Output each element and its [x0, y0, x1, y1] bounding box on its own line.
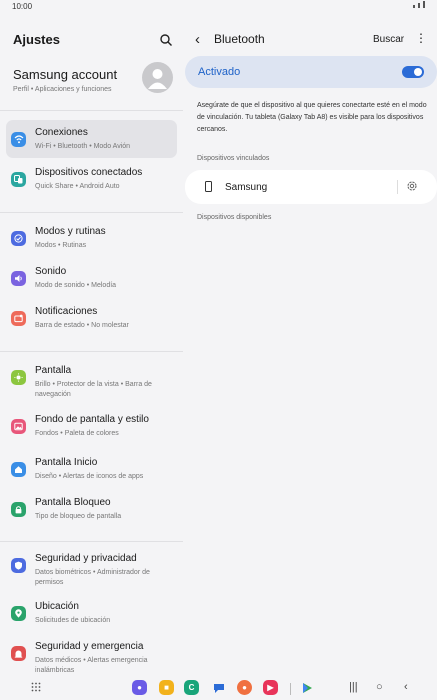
divider — [0, 212, 183, 213]
menu-item-dispositivos-conectados[interactable]: Dispositivos conectados Quick Share • An… — [6, 160, 177, 198]
menu-item-sonido[interactable]: Sonido Modo de sonido • Melodía — [6, 259, 177, 297]
avatar[interactable] — [142, 62, 173, 93]
phone-icon[interactable]: C — [184, 680, 199, 695]
divider — [0, 541, 183, 542]
bluetooth-pane: ‹ Bluetooth Buscar ⋮ Activado Asegúrate … — [183, 14, 437, 678]
play-store-icon[interactable] — [299, 680, 314, 695]
menu-sub: Barra de estado • No molestar — [35, 322, 129, 329]
back-icon[interactable]: ‹ — [195, 31, 200, 48]
menu-title: Sonido — [35, 266, 67, 277]
check-circle-icon — [11, 231, 26, 246]
recent-apps-button[interactable]: ||| — [349, 681, 358, 693]
page-title: Ajustes — [13, 32, 60, 47]
more-options-icon[interactable]: ⋮ — [415, 31, 427, 45]
visibility-info: Asegúrate de que el dispositivo al que q… — [197, 102, 427, 133]
menu-sub: Modo de sonido • Melodía — [35, 282, 117, 289]
switch-knob — [414, 68, 422, 76]
signal-icon — [413, 1, 425, 8]
menu-item-notificaciones[interactable]: Notificaciones Barra de estado • No mole… — [6, 299, 177, 337]
menu-title: Dispositivos conectados — [35, 167, 143, 178]
available-devices-label: Dispositivos disponibles — [197, 214, 272, 221]
menu-item-ubicacion[interactable]: Ubicación Solicitudes de ubicación — [6, 594, 177, 632]
menu-item-seguridad-y-emergencia[interactable]: Seguridad y emergencia Datos médicos • A… — [6, 634, 177, 674]
device-name: Samsung — [225, 182, 268, 193]
user-icon — [148, 69, 167, 89]
folder-icon[interactable]: ■ — [159, 680, 174, 695]
home-button[interactable]: ○ — [376, 681, 383, 693]
menu-sub: Datos biométricos • Administrador de per… — [35, 569, 150, 586]
menu-sub: Datos médicos • Alertas emergencia inalá… — [35, 657, 148, 674]
status-time: 10:00 — [12, 2, 33, 11]
menu-sub: Brillo • Protector de la vista • Barra d… — [35, 381, 152, 398]
sun-icon — [11, 370, 26, 385]
status-bar: 10:00 — [0, 0, 437, 14]
app-drawer-icon[interactable] — [31, 682, 41, 692]
menu-item-pantalla-bloqueo[interactable]: Pantalla Bloqueo Tipo de bloqueo de pant… — [6, 490, 177, 528]
menu-item-conexiones[interactable]: Conexiones Wi-Fi • Bluetooth • Modo Avió… — [6, 120, 177, 158]
divider — [0, 351, 183, 352]
lock-icon — [11, 502, 26, 517]
menu-sub: Diseño • Alertas de iconos de apps — [35, 473, 144, 480]
navigation-bar: ● ■ C ● ▶ ||| ○ ‹ — [0, 678, 437, 700]
emergency-icon — [11, 646, 26, 661]
menu-item-modos-y-rutinas[interactable]: Modos y rutinas Modos • Rutinas — [6, 219, 177, 257]
menu-item-pantalla-inicio[interactable]: Pantalla Inicio Diseño • Alertas de icon… — [6, 450, 177, 488]
menu-title: Pantalla — [35, 365, 72, 376]
bluetooth-switch[interactable] — [402, 66, 424, 78]
menu-sub: Solicitudes de ubicación — [35, 617, 111, 624]
search-button[interactable]: Buscar — [373, 34, 404, 45]
paired-devices-label: Dispositivos vinculados — [197, 155, 270, 162]
home-icon — [11, 462, 26, 477]
settings-pane: Ajustes Samsung account Perfil • Aplicac… — [0, 14, 183, 678]
divider — [397, 180, 398, 194]
image-icon — [11, 419, 26, 434]
contacts-icon[interactable]: ● — [237, 680, 252, 695]
menu-item-fondo-de-pantalla[interactable]: Fondo de pantalla y estilo Fondos • Pale… — [6, 407, 177, 445]
back-button[interactable]: ‹ — [404, 681, 408, 693]
gear-icon[interactable] — [405, 179, 419, 193]
toggle-label: Activado — [198, 66, 241, 78]
messages-bubble-icon[interactable]: ● — [132, 680, 147, 695]
divider — [0, 110, 183, 111]
bell-icon — [11, 311, 26, 326]
menu-title: Pantalla Inicio — [35, 457, 98, 468]
dock-divider — [290, 683, 291, 695]
page-title: Bluetooth — [214, 32, 265, 46]
menu-sub: Tipo de bloqueo de pantalla — [35, 513, 122, 520]
menu-title: Pantalla Bloqueo — [35, 497, 111, 508]
speaker-icon — [11, 271, 26, 286]
bluetooth-toggle-row[interactable]: Activado — [185, 56, 437, 88]
video-icon[interactable]: ▶ — [263, 680, 278, 695]
menu-title: Fondo de pantalla y estilo — [35, 414, 149, 425]
menu-title: Conexiones — [35, 127, 88, 138]
menu-title: Ubicación — [35, 601, 79, 612]
wifi-icon — [11, 132, 26, 147]
phone-device-icon — [205, 181, 212, 192]
menu-sub: Wi-Fi • Bluetooth • Modo Avión — [35, 143, 131, 150]
menu-title: Seguridad y privacidad — [35, 553, 137, 564]
menu-title: Modos y rutinas — [35, 226, 106, 237]
chat-icon[interactable] — [211, 680, 226, 695]
shield-icon — [11, 558, 26, 573]
menu-item-seguridad-y-privacidad[interactable]: Seguridad y privacidad Datos biométricos… — [6, 546, 177, 586]
menu-item-pantalla[interactable]: Pantalla Brillo • Protector de la vista … — [6, 358, 177, 398]
menu-sub: Modos • Rutinas — [35, 242, 87, 249]
search-icon[interactable] — [159, 33, 173, 47]
devices-icon — [11, 172, 26, 187]
menu-sub: Fondos • Paleta de colores — [35, 430, 119, 437]
menu-title: Seguridad y emergencia — [35, 641, 144, 652]
paired-device-samsung[interactable]: Samsung — [185, 170, 437, 204]
menu-title: Notificaciones — [35, 306, 98, 317]
menu-sub: Quick Share • Android Auto — [35, 183, 120, 190]
location-pin-icon — [11, 606, 26, 621]
